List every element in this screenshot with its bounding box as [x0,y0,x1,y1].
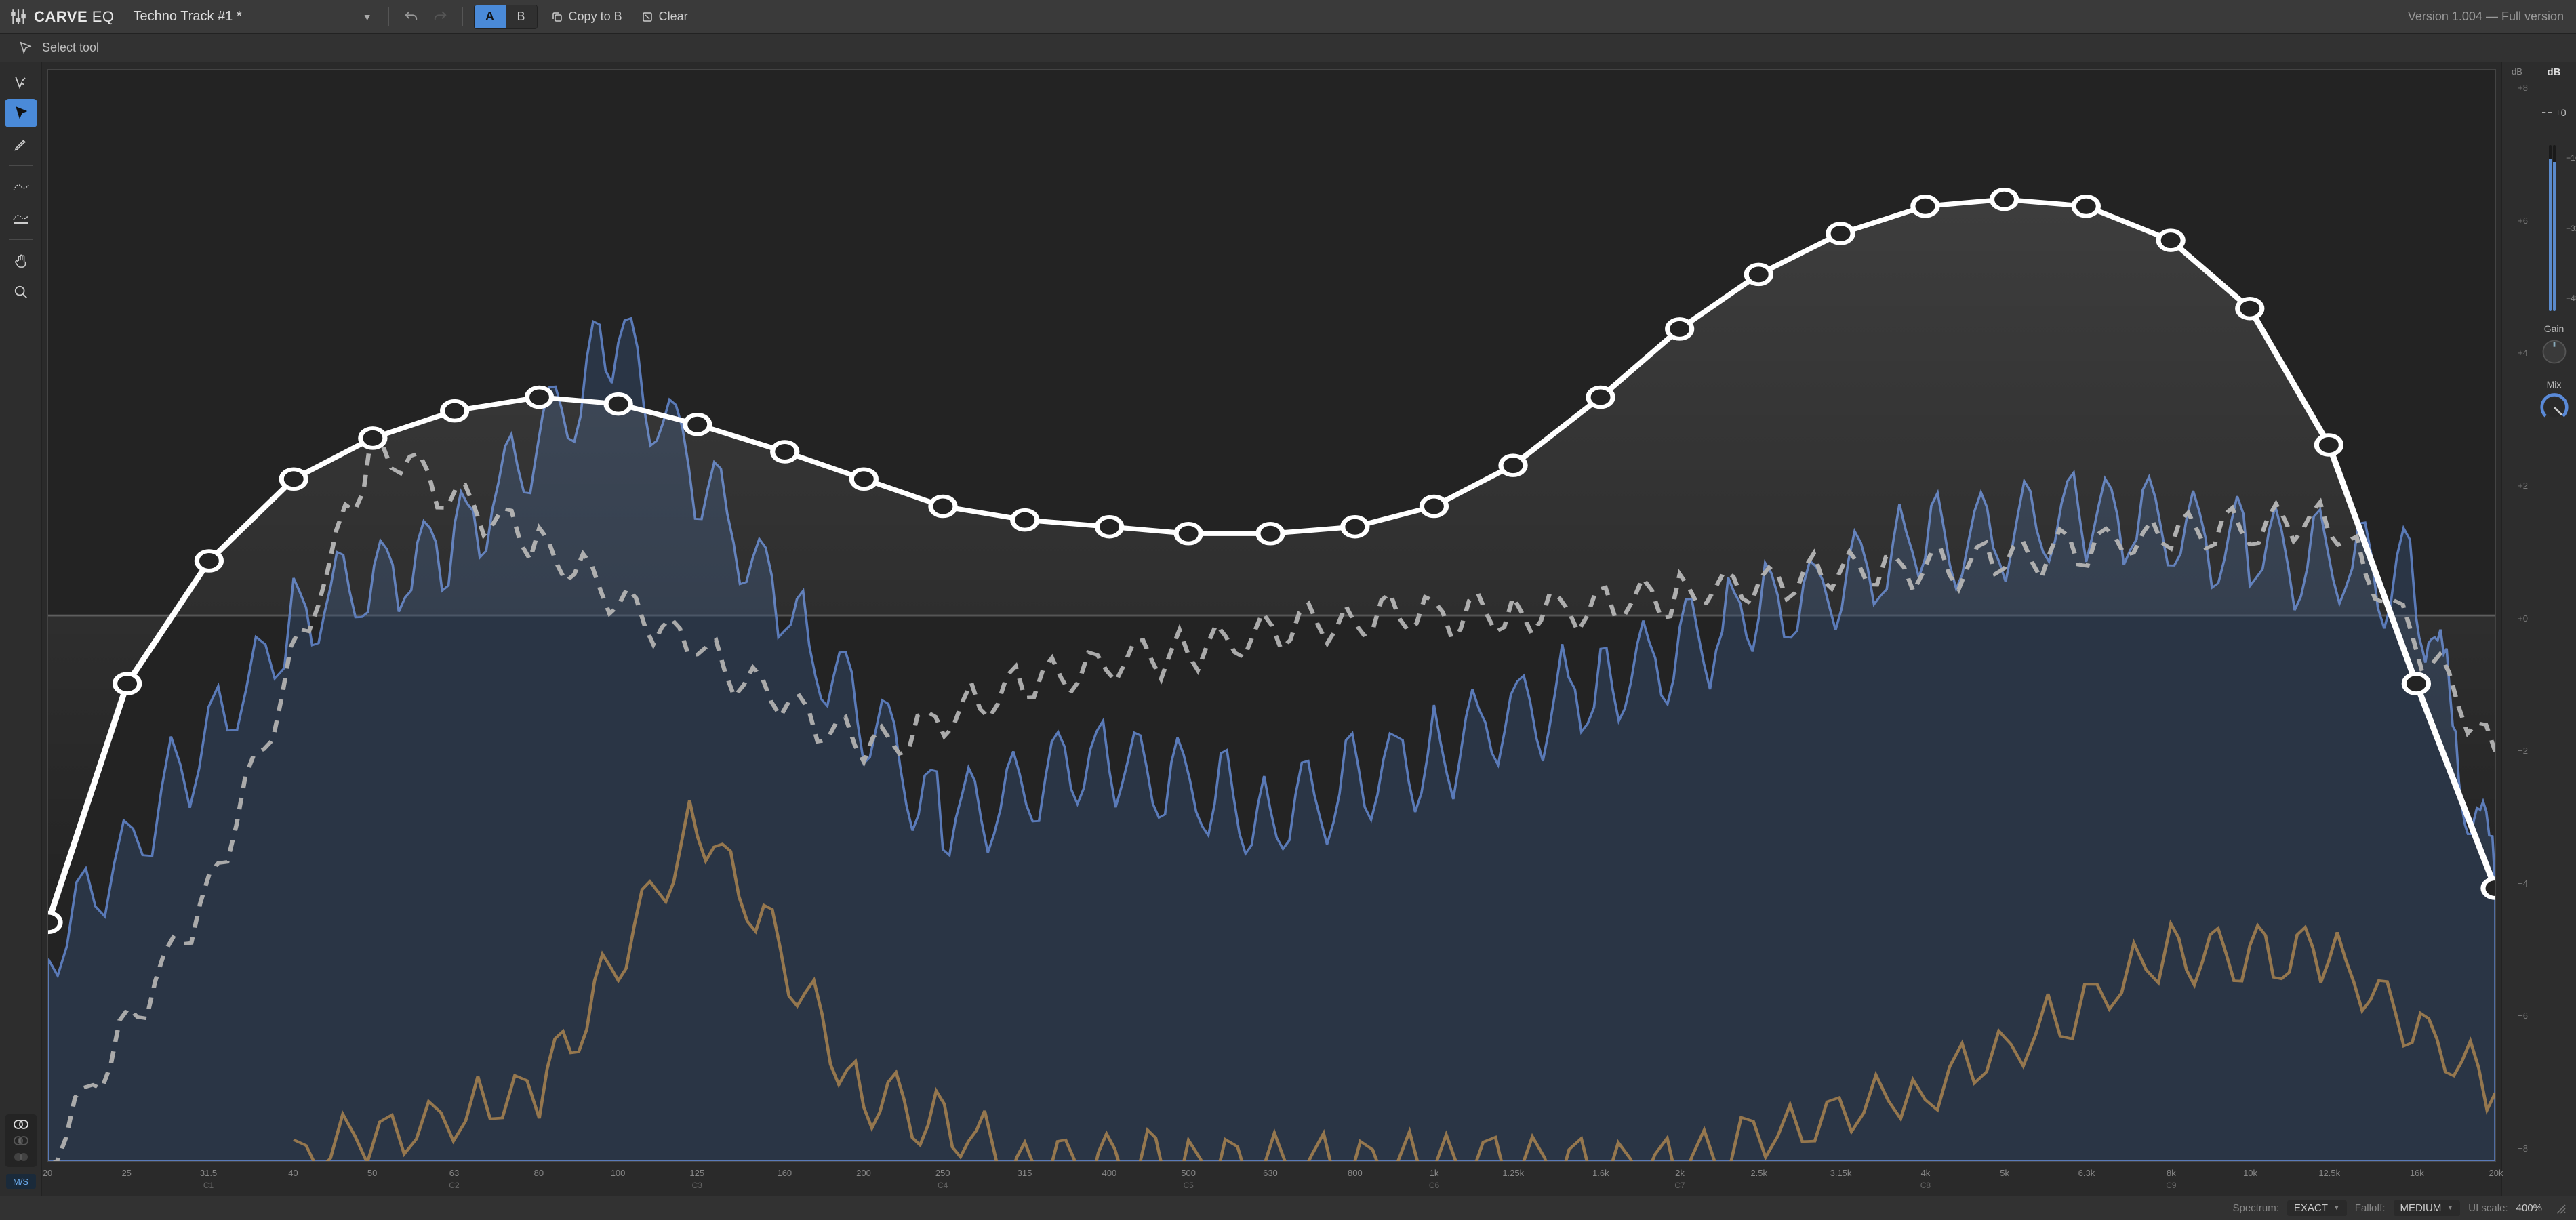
gain-knob[interactable] [2539,337,2569,367]
match-tool-button[interactable] [5,173,37,201]
frequency-axis: 202531.540506380100125160200250315400500… [47,1163,2496,1196]
falloff-selector[interactable]: MEDIUM ▼ [2394,1200,2461,1216]
curve-dots-icon [12,181,30,193]
resize-grip-icon[interactable] [2554,1202,2567,1215]
main-area: M/S 202531.54050638010012516020025031540… [0,62,2576,1196]
app-name: CARVE EQ [34,8,115,26]
right-controls: dB +0 −16−32−48 Gain Mix [2532,62,2576,1196]
curve-baseline-icon [12,211,30,225]
redo-icon [433,9,448,24]
copy-to-button[interactable]: Copy to B [542,0,632,33]
undo-icon [403,9,418,24]
magnifier-icon [14,285,28,300]
tool-sidebar: M/S [0,62,42,1196]
redo-button[interactable] [426,0,456,33]
right-panel: dB +8+6+4+2+0−2−4−6−8 dB +0 −16−32−48 Ga… [2501,62,2576,1196]
select-cursor-icon [13,105,29,121]
uiscale-label: UI scale: [2468,1202,2508,1214]
tool-name-label: Select tool [42,41,99,55]
ab-a-button[interactable]: A [475,5,506,28]
bottom-bar: Spectrum: EXACT ▼ Falloff: MEDIUM ▼ UI s… [0,1196,2576,1220]
undo-button[interactable] [396,0,426,33]
pencil-tool-button[interactable] [5,130,37,159]
tool-info-bar: Select tool [0,34,2576,62]
dashed-line-icon [2542,112,2552,113]
db-ticks: +8+6+4+2+0−2−4−6−8 [2502,80,2532,1196]
falloff-label: Falloff: [2355,1202,2386,1214]
ms-toggle-button[interactable]: M/S [6,1174,36,1189]
db-header-left: dB [2512,66,2522,80]
mix-knob[interactable] [2539,392,2569,422]
stereo-mid-button[interactable] [10,1133,32,1148]
cursor-icon [18,41,33,56]
gain-knob-label: Gain [2544,323,2564,334]
uiscale-value[interactable]: 400% [2516,1202,2542,1214]
stereo-both-button[interactable] [10,1117,32,1132]
spectrum-label: Spectrum: [2233,1202,2279,1214]
ab-b-button[interactable]: B [506,5,537,28]
eq-graph[interactable] [47,69,2496,1162]
db-header-right: dB [2548,66,2561,80]
hand-icon [14,253,28,268]
stereo-mode-group [5,1114,37,1167]
sliders-icon [9,8,27,26]
output-meter: −16−32−48 [2549,145,2560,311]
chevron-down-icon: ▼ [2447,1204,2453,1212]
select-tool-button[interactable] [5,99,37,127]
db-scale-column: dB +8+6+4+2+0−2−4−6−8 [2502,62,2532,1196]
ab-compare: A B [474,5,538,29]
chevron-down-icon: ▼ [363,12,372,22]
top-bar: CARVE EQ Techno Track #1 * ▼ A B Copy to… [0,0,2576,34]
chevron-down-icon: ▼ [2333,1204,2340,1212]
mix-knob-label: Mix [2547,379,2562,390]
copy-icon [551,11,563,23]
graph-area: 202531.540506380100125160200250315400500… [42,62,2501,1196]
clear-icon [641,11,653,23]
clear-button[interactable]: Clear [632,0,698,33]
reference-tool-button[interactable] [5,204,37,232]
preset-name: Techno Track #1 * [134,9,242,24]
spectrum-selector[interactable]: EXACT ▼ [2287,1200,2347,1216]
pencil-icon [14,137,28,152]
preset-selector[interactable]: Techno Track #1 * ▼ [124,0,382,33]
version-text: Version 1.004 — Full version [2396,9,2576,24]
zoom-tool-button[interactable] [5,278,37,306]
tweak-cursor-icon [13,74,29,90]
app-logo: CARVE EQ [0,0,124,33]
stereo-side-button[interactable] [10,1150,32,1164]
gain-readout: +0 [2542,107,2567,118]
pan-tool-button[interactable] [5,247,37,275]
tweak-tool-button[interactable] [5,68,37,96]
